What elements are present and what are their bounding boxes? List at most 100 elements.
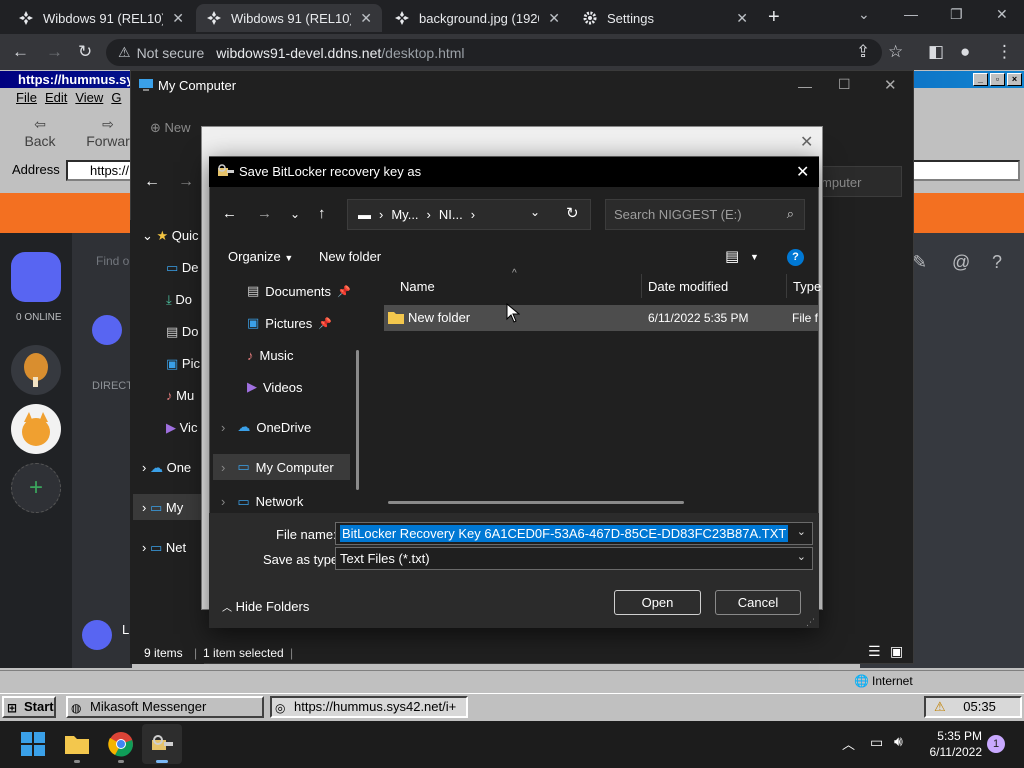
w98-task-messenger[interactable]: ◍ Mikasoft Messenger bbox=[66, 696, 264, 718]
column-name[interactable]: Name bbox=[400, 279, 435, 294]
tab-settings[interactable]: Settings ✕ bbox=[572, 4, 758, 32]
recent-locations-icon[interactable]: ⌄ bbox=[290, 207, 300, 221]
nav-my-computer[interactable]: › ▭ My Computer bbox=[213, 454, 350, 480]
warning-icon[interactable]: ⚠ bbox=[934, 699, 946, 714]
w98-minimize-icon[interactable]: _ bbox=[973, 73, 988, 86]
chevron-down-icon[interactable]: ⌄ bbox=[797, 525, 806, 538]
server-avatar-cat[interactable] bbox=[11, 404, 61, 454]
mc-nav-videos[interactable]: ▶ Vic bbox=[166, 420, 197, 436]
w98-menu-view[interactable]: View bbox=[75, 90, 103, 110]
tab-close-icon[interactable]: ✕ bbox=[548, 10, 560, 27]
dialog-close-icon[interactable]: ✕ bbox=[796, 162, 809, 182]
volume-icon[interactable]: 🔊︎ bbox=[894, 733, 903, 750]
mc-forward-icon[interactable]: → bbox=[178, 173, 194, 191]
bookmark-star-icon[interactable]: ☆ bbox=[888, 42, 903, 62]
forward-arrow-icon[interactable]: → bbox=[46, 42, 63, 62]
friends-icon[interactable] bbox=[92, 315, 122, 345]
mc-minimize-icon[interactable]: — bbox=[798, 78, 812, 94]
nav-music[interactable]: ♪ Music bbox=[213, 342, 358, 368]
crumb-my-computer[interactable]: My... bbox=[391, 207, 418, 222]
nav-scrollbar[interactable] bbox=[356, 350, 359, 490]
address-bar[interactable]: ⚠ Not secure wibdows91-devel.ddns.net/de… bbox=[106, 39, 882, 66]
column-separator[interactable] bbox=[641, 274, 642, 298]
column-date-modified[interactable]: Date modified bbox=[648, 279, 728, 294]
side-panel-icon[interactable]: ◧ bbox=[928, 42, 944, 62]
notification-badge[interactable]: 1 bbox=[987, 735, 1005, 753]
file-explorer-icon[interactable] bbox=[64, 731, 90, 757]
profile-icon[interactable]: ● bbox=[960, 42, 970, 62]
windows-start-icon[interactable] bbox=[20, 731, 46, 757]
save-as-type-select[interactable]: Text Files (*.txt) ⌄ bbox=[335, 547, 813, 570]
taskbar-clock[interactable]: 5:35 PM 6/11/2022 bbox=[918, 728, 983, 760]
bitlocker-app-icon[interactable] bbox=[149, 731, 175, 757]
mc-nav-quick-access[interactable]: ⌄ ★ Quic bbox=[142, 228, 199, 244]
nav-videos[interactable]: ▶ Videos bbox=[213, 374, 358, 400]
mc-nav-desktop[interactable]: ▭ De bbox=[166, 260, 199, 276]
crumb-drive[interactable]: NI... bbox=[439, 207, 463, 222]
new-tab-button[interactable]: + bbox=[768, 6, 780, 29]
view-dropdown-icon[interactable]: ▼ bbox=[750, 252, 759, 262]
add-server-icon[interactable]: + bbox=[11, 463, 61, 513]
refresh-icon[interactable]: ↻ bbox=[566, 204, 579, 222]
mc-nav-onedrive[interactable]: › ☁ One bbox=[142, 460, 191, 476]
mention-icon[interactable]: @ bbox=[952, 252, 970, 273]
reload-icon[interactable]: ↻ bbox=[78, 42, 92, 62]
help-icon[interactable]: ? bbox=[992, 252, 1002, 273]
outer-close-icon[interactable]: ✕ bbox=[800, 132, 813, 152]
open-button[interactable]: Open bbox=[614, 590, 701, 615]
w98-close-icon[interactable]: × bbox=[1007, 73, 1022, 86]
w98-task-browser[interactable]: ◎ https://hummus.sys42.net/i+ bbox=[270, 696, 468, 718]
minimize-icon[interactable]: — bbox=[904, 6, 918, 22]
network-monitor-icon[interactable]: ▭ bbox=[870, 734, 883, 751]
file-name-input[interactable]: BitLocker Recovery Key 6A1CED0F-53A6-467… bbox=[335, 522, 813, 545]
nav-onedrive[interactable]: › ☁ OneDrive bbox=[213, 414, 358, 440]
dialog-breadcrumb[interactable]: ▬ › My... › NI... › bbox=[347, 199, 591, 230]
tab-wibdows-1[interactable]: Wibdows 91 (REL10) ✕ bbox=[8, 4, 194, 32]
w98-menu-edit[interactable]: Edit bbox=[45, 90, 67, 110]
restore-icon[interactable]: ❐ bbox=[950, 6, 963, 23]
server-avatar-chicken[interactable] bbox=[11, 345, 61, 395]
menu-dots-icon[interactable]: ⋮ bbox=[996, 42, 1013, 62]
cancel-button[interactable]: Cancel bbox=[715, 590, 801, 615]
tab-search-icon[interactable]: ⌄ bbox=[858, 6, 870, 23]
mc-nav-pictures[interactable]: ▣ Pic bbox=[166, 356, 200, 372]
w98-menu-file[interactable]: File bbox=[16, 90, 37, 110]
tiles-view-icon[interactable]: ▣ bbox=[890, 643, 903, 660]
mc-nav-my-computer[interactable]: › ▭ My bbox=[142, 500, 183, 516]
dialog-back-icon[interactable]: ← bbox=[222, 205, 237, 222]
tab-wibdows-2[interactable]: Wibdows 91 (REL10) ✕ bbox=[196, 4, 382, 32]
column-type[interactable]: Type bbox=[793, 279, 821, 294]
column-separator[interactable] bbox=[786, 274, 787, 298]
w98-maximize-icon[interactable]: ▫ bbox=[990, 73, 1005, 86]
up-folder-icon[interactable]: ↑ bbox=[318, 205, 326, 222]
mc-nav-downloads[interactable]: ⤓ Do bbox=[166, 292, 192, 308]
breadcrumb-dropdown-icon[interactable]: ⌄ bbox=[530, 205, 540, 219]
chrome-icon[interactable] bbox=[108, 731, 134, 757]
resize-grip-icon[interactable]: ⋰ bbox=[806, 617, 815, 628]
new-folder-button[interactable]: New folder bbox=[319, 249, 381, 264]
mc-maximize-icon[interactable]: ☐ bbox=[838, 76, 851, 93]
w98-back-button[interactable]: ⇦ Back bbox=[8, 116, 72, 149]
mc-nav-documents[interactable]: ▤ Do bbox=[166, 324, 199, 340]
find-conversation-input[interactable]: Find o bbox=[96, 254, 129, 268]
nav-pictures[interactable]: ▣ Pictures 📌 bbox=[213, 310, 358, 336]
tab-close-icon[interactable]: ✕ bbox=[172, 10, 184, 27]
mc-close-icon[interactable]: ✕ bbox=[884, 76, 897, 94]
friends-home-icon[interactable] bbox=[11, 252, 61, 302]
dialog-search-box[interactable]: Search NIGGEST (E:) ⌕ bbox=[605, 199, 805, 230]
organize-menu[interactable]: Organize ▼ bbox=[228, 249, 293, 264]
details-view-icon[interactable]: ☰ bbox=[868, 643, 881, 660]
mc-back-icon[interactable]: ← bbox=[144, 173, 160, 191]
nav-network[interactable]: › ▭ Network bbox=[213, 494, 358, 512]
user-avatar[interactable] bbox=[82, 620, 112, 650]
file-list-scrollbar[interactable] bbox=[388, 501, 684, 504]
tab-close-icon[interactable]: ✕ bbox=[736, 10, 748, 27]
view-options-icon[interactable]: ▤ bbox=[725, 247, 739, 265]
mc-new-button[interactable]: ⊕ New bbox=[150, 120, 191, 136]
mc-nav-music[interactable]: ♪ Mu bbox=[166, 388, 194, 403]
tab-background[interactable]: background.jpg (1920× ✕ bbox=[384, 4, 570, 32]
mc-nav-network[interactable]: › ▭ Net bbox=[142, 540, 186, 556]
edit-icon[interactable]: ✎ bbox=[912, 252, 927, 273]
dialog-forward-icon[interactable]: → bbox=[257, 205, 272, 222]
tab-close-icon[interactable]: ✕ bbox=[360, 10, 372, 27]
